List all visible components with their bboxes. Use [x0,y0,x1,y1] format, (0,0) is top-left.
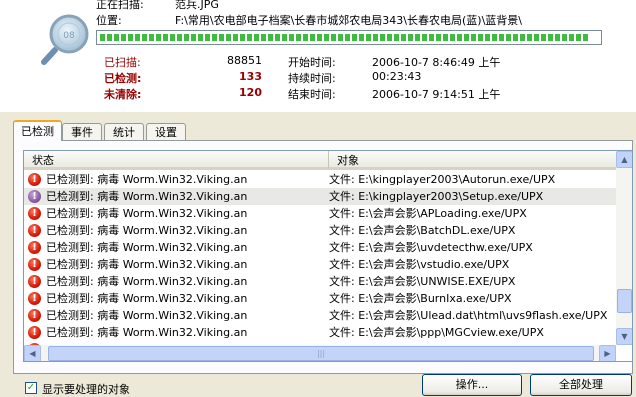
duration-value: 00:23:43 [372,70,422,83]
tab-events[interactable]: 事件 [62,123,102,140]
uncleaned-label: 未清除: [104,88,142,101]
alert-icon: ! [28,241,41,254]
row-status: 已检测到: 病毒 Worm.Win32.Viking.an [46,275,248,288]
row-status: 已检测到: 病毒 Worm.Win32.Viking.an [46,207,248,220]
scan-panel: 08 正在扫描: 范兵.JPG 位置: F:\常用\农电部电子档案\长春市城郊农… [0,0,636,112]
list-item[interactable]: ! 已检测到: 病毒 Worm.Win32.Viking.an 文件: E:\会… [24,324,616,341]
svg-text:08: 08 [63,31,75,41]
scanning-label: 正在扫描: [96,0,144,11]
list-item[interactable]: ! 已检测到: 病毒 Worm.Win32.Viking.an 文件: E:\会… [24,205,616,222]
alert-icon: ! [28,258,41,271]
row-object: 文件: E:\会声会影\uvdetecthw.exe/UPX [329,241,533,254]
start-time-value: 2006-10-7 8:46:49 上午 [372,56,501,69]
scanned-value: 88851 [227,54,262,67]
detection-list[interactable]: 状态 对象 ! 已检测到: 病毒 Worm.Win32.Viking.an 文件… [23,150,633,362]
row-object: 文件: E:\会声会影\Ulead.dat\html\uvs9flash.exe… [329,309,608,322]
duration-label: 持续时间: [288,72,336,85]
scan-progress-bar [96,30,602,45]
alert-icon: ! [28,275,41,288]
list-item[interactable]: ! 已检测到: 病毒 Worm.Win32.Viking.an 文件: E:\k… [24,188,616,205]
tab-settings[interactable]: 设置 [146,123,186,140]
start-time-label: 开始时间: [288,56,336,69]
row-status: 已检测到: 病毒 Worm.Win32.Viking.an [46,173,248,186]
horizontal-scrollbar[interactable]: ◀ ||| ▶ [24,345,616,361]
alert-icon: ! [28,292,41,305]
detected-label: 已检测: [104,72,142,85]
show-pending-checkbox[interactable]: ✓ [25,382,37,394]
scan-progress-fill [100,34,589,41]
actions-button[interactable]: 操作... [422,374,522,396]
scroll-down-button[interactable]: ▼ [616,328,632,345]
list-item[interactable]: ! 已检测到: 病毒 Worm.Win32.Viking.an 文件: E:\会… [24,222,616,239]
row-object: 文件: E:\会声会影\BatchDL.exe/UPX [329,224,516,237]
list-item[interactable]: ! 已检测到: 病毒 Worm.Win32.Viking.an 文件: E:\会… [24,239,616,256]
alert-icon: ! [28,207,41,220]
list-item[interactable]: ! 已检测到: 病毒 Worm.Win32.Viking.an 文件: E:\k… [24,171,616,188]
vertical-scroll-thumb[interactable] [617,289,632,313]
row-object: 文件: E:\kingplayer2003\Autorun.exe/UPX [329,173,556,186]
column-header-object[interactable]: 对象 [329,151,616,170]
vertical-scrollbar[interactable]: ▲ ▼ [616,151,632,345]
alert-icon: ! [28,224,41,237]
scanned-label: 已扫描: [104,56,141,69]
list-item[interactable]: ! 已检测到: 病毒 Worm.Win32.Viking.an 文件: E:\会… [24,307,616,324]
row-object: 文件: E:\会声会影\APLoading.exe/UPX [329,207,527,220]
list-item[interactable]: ! 已检测到: 病毒 Worm.Win32.Viking.an 文件: E:\会… [24,256,616,273]
process-all-button[interactable]: 全部处理 [530,374,632,396]
location-path: F:\常用\农电部电子档案\长春市城郊农电局343\长春农电局(蓝)\蓝背景\ [175,14,522,27]
row-object: 文件: E:\会声会影\ppp\MGCview.exe/UPX [329,326,544,339]
end-time-value: 2006-10-7 9:14:51 上午 [372,88,501,101]
tab-detected[interactable]: 已检测 [13,120,62,141]
scanning-file: 范兵.JPG [175,0,219,11]
row-object: 文件: E:\会声会影\vstudio.exe/UPX [329,258,510,271]
uncleaned-value: 120 [239,86,262,99]
column-header-status[interactable]: 状态 [24,151,329,170]
show-pending-label[interactable]: 显示要处理的对象 [42,381,130,397]
list-item[interactable]: ! 已检测到: 病毒 Worm.Win32.Viking.an 文件: E:\会… [24,290,616,307]
alert-icon: ! [28,326,41,339]
end-time-label: 结束时间: [288,88,336,101]
row-status: 已检测到: 病毒 Worm.Win32.Viking.an [46,292,248,305]
alert-icon: ! [28,173,41,186]
row-status: 已检测到: 病毒 Worm.Win32.Viking.an [46,224,248,237]
detected-value: 133 [239,70,262,83]
row-status: 已检测到: 病毒 Worm.Win32.Viking.an [46,326,248,339]
row-status: 已检测到: 病毒 Worm.Win32.Viking.an [46,190,248,203]
scroll-right-button[interactable]: ▶ [599,345,616,361]
row-status: 已检测到: 病毒 Worm.Win32.Viking.an [46,309,248,322]
row-object: 文件: E:\会声会影\UNWISE.EXE/UPX [329,275,516,288]
scroll-left-button[interactable]: ◀ [24,345,41,361]
list-item[interactable]: ! 已检测到: 病毒 Worm.Win32.Viking.an 文件: E:\会… [24,273,616,290]
row-status: 已检测到: 病毒 Worm.Win32.Viking.an [46,258,248,271]
alert-icon: ! [28,309,41,322]
row-object: 文件: E:\kingplayer2003\Setup.exe/UPX [329,190,544,203]
location-label: 位置: [96,14,122,27]
alert-icon: ! [28,190,41,203]
tab-statistics[interactable]: 统计 [104,123,144,140]
row-status: 已检测到: 病毒 Worm.Win32.Viking.an [46,241,248,254]
horizontal-scroll-thumb[interactable]: ||| [48,346,594,361]
row-object: 文件: E:\会声会影\BurnIxa.exe/UPX [329,292,512,305]
magnifier-scan-icon: 08 [41,14,89,65]
scroll-up-button[interactable]: ▲ [616,151,632,168]
